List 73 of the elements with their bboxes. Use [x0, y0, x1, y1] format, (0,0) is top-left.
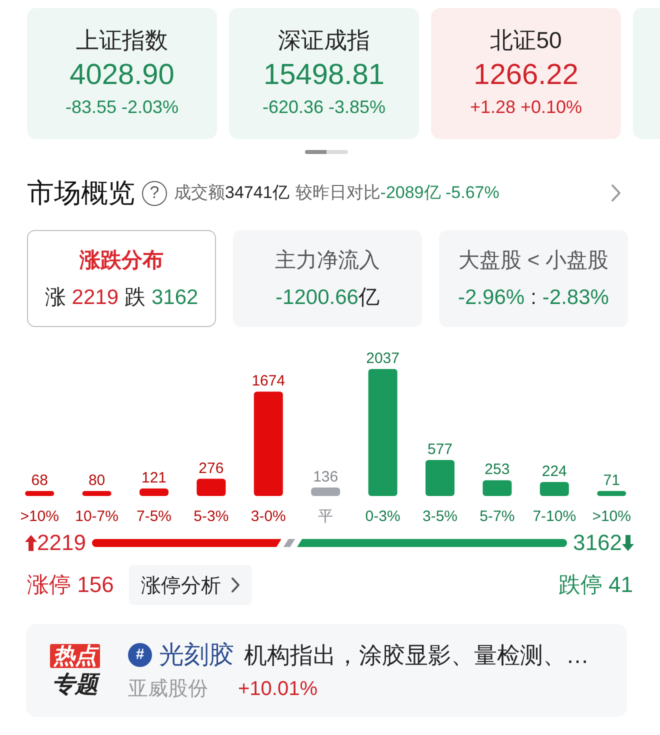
rise-count: 2219 — [72, 285, 118, 311]
category-label: 5-3% — [194, 508, 229, 525]
down-arrow-icon — [622, 535, 634, 551]
limit-analysis-button[interactable]: 涨停分析 — [128, 565, 252, 605]
bar-value-label: 80 — [88, 472, 106, 489]
hot-topic-card[interactable]: 热点 专题 # 光刻胶 机构指出，涂胶显影、量检测、… 亚威股份 +10.01% — [26, 624, 627, 717]
category-label: 10-7% — [75, 508, 118, 525]
index-card[interactable]: 北证50 1266.22 +1.28 +0.10% — [431, 8, 621, 139]
unit-label: 亿 — [358, 285, 380, 311]
rise-total: 2219 — [37, 530, 86, 556]
index-name: 深证成指 — [278, 26, 370, 54]
index-change: -620.36 -3.85% — [262, 96, 386, 118]
stock-name: 亚威股份 — [128, 676, 208, 702]
category-label: 3-5% — [422, 508, 458, 525]
section-title: 市场概览 — [27, 177, 135, 210]
separator-label: : — [530, 285, 536, 311]
index-name: 上证指数 — [76, 26, 168, 54]
fall-label: 跌 — [124, 285, 146, 311]
category-label: 7-10% — [532, 508, 576, 525]
large-cap-change: -2.96% — [458, 285, 525, 311]
tab-title: 主力净流入 — [275, 248, 380, 274]
bar-value-label: 276 — [198, 460, 224, 477]
index-change: +1.28 +0.10% — [470, 96, 582, 118]
compare-label: 较昨日对比 — [295, 182, 380, 204]
overview-tab[interactable]: 主力净流入 -1200.66亿 — [233, 230, 422, 327]
category-label: >10% — [20, 508, 59, 525]
page-indicator — [305, 150, 348, 154]
bar-value-label: 2037 — [366, 350, 400, 367]
net-inflow-value: -1200.66 — [276, 285, 358, 311]
index-value: 4028.90 — [70, 58, 174, 93]
overview-tab[interactable]: 涨跌分布 涨 2219 跌 3162 — [27, 230, 216, 327]
category-label: 5-7% — [480, 508, 515, 525]
bar-value-label: 68 — [31, 472, 48, 489]
index-name: 北证50 — [490, 26, 562, 54]
up-arrow-icon — [25, 535, 37, 551]
category-label: 0-3% — [365, 508, 400, 525]
bar-value-label: 577 — [427, 441, 453, 458]
topic-headline: 机构指出，涂胶显影、量检测、… — [244, 640, 589, 670]
small-cap-change: -2.83% — [542, 285, 609, 311]
bar-value-label: 253 — [484, 461, 510, 478]
category-label: >10% — [592, 508, 631, 525]
fall-total: 3162 — [573, 530, 622, 556]
tab-title: 涨跌分布 — [80, 248, 164, 274]
category-label: 7-5% — [136, 508, 172, 525]
topic-label: 专题 — [52, 670, 98, 698]
tab-title: 大盘股 < 小盘股 — [458, 248, 608, 274]
bar-value-label: 71 — [603, 472, 620, 489]
category-label: 平 — [318, 508, 334, 525]
stock-change: +10.01% — [238, 676, 318, 702]
overview-tab[interactable]: 大盘股 < 小盘股 -2.96% : -2.83% — [439, 230, 628, 327]
index-card[interactable]: 上证指数 4028.90 -83.55 -2.03% — [27, 8, 217, 139]
hashtag-marker: # — [128, 642, 152, 666]
limit-down-count: 跌停 41 — [558, 571, 633, 599]
topic-link[interactable]: 光刻胶 — [159, 640, 234, 670]
turnover-value: 34741亿 — [225, 182, 290, 204]
index-change: -83.55 -2.03% — [65, 96, 179, 118]
chevron-right-icon[interactable] — [611, 184, 621, 202]
rise-label: 涨 — [44, 285, 66, 311]
fall-count: 3162 — [152, 285, 198, 311]
hot-tag: 热点 — [50, 644, 100, 668]
index-value: 15498.81 — [264, 58, 384, 93]
index-value: 1266.22 — [474, 58, 578, 93]
index-card[interactable]: 深证成指 15498.81 -620.36 -3.85% — [229, 8, 419, 139]
bar-value-label: 121 — [141, 470, 167, 486]
help-button[interactable]: ? — [142, 180, 167, 206]
bar-value-label: 1674 — [252, 372, 286, 390]
bar-value-label: 224 — [542, 463, 567, 480]
category-label: 3-0% — [250, 508, 286, 525]
compare-value: -2089亿 -5.67% — [380, 182, 500, 204]
bar-value-label: 136 — [313, 468, 338, 486]
limit-up-count: 涨停 156 — [27, 571, 114, 599]
chevron-right-icon[interactable] — [230, 577, 240, 593]
turnover-label: 成交额 — [174, 182, 225, 204]
